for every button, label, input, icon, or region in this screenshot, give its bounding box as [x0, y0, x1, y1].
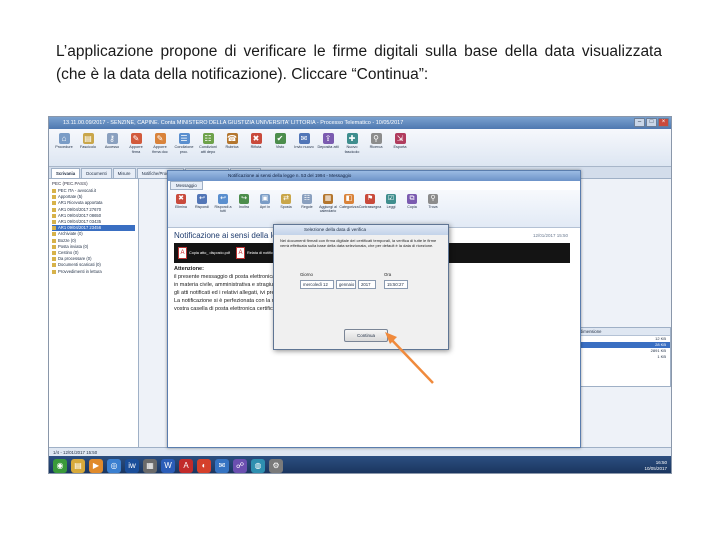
arrow-shaft — [388, 336, 434, 384]
slide-caption: L’applicazione propone di verificare le … — [56, 43, 662, 83]
callout-arrow-icon — [385, 332, 434, 384]
app-screenshot: 13.11.00.09/2017 - SENZINE, CAPINE. Cont… — [48, 116, 672, 474]
